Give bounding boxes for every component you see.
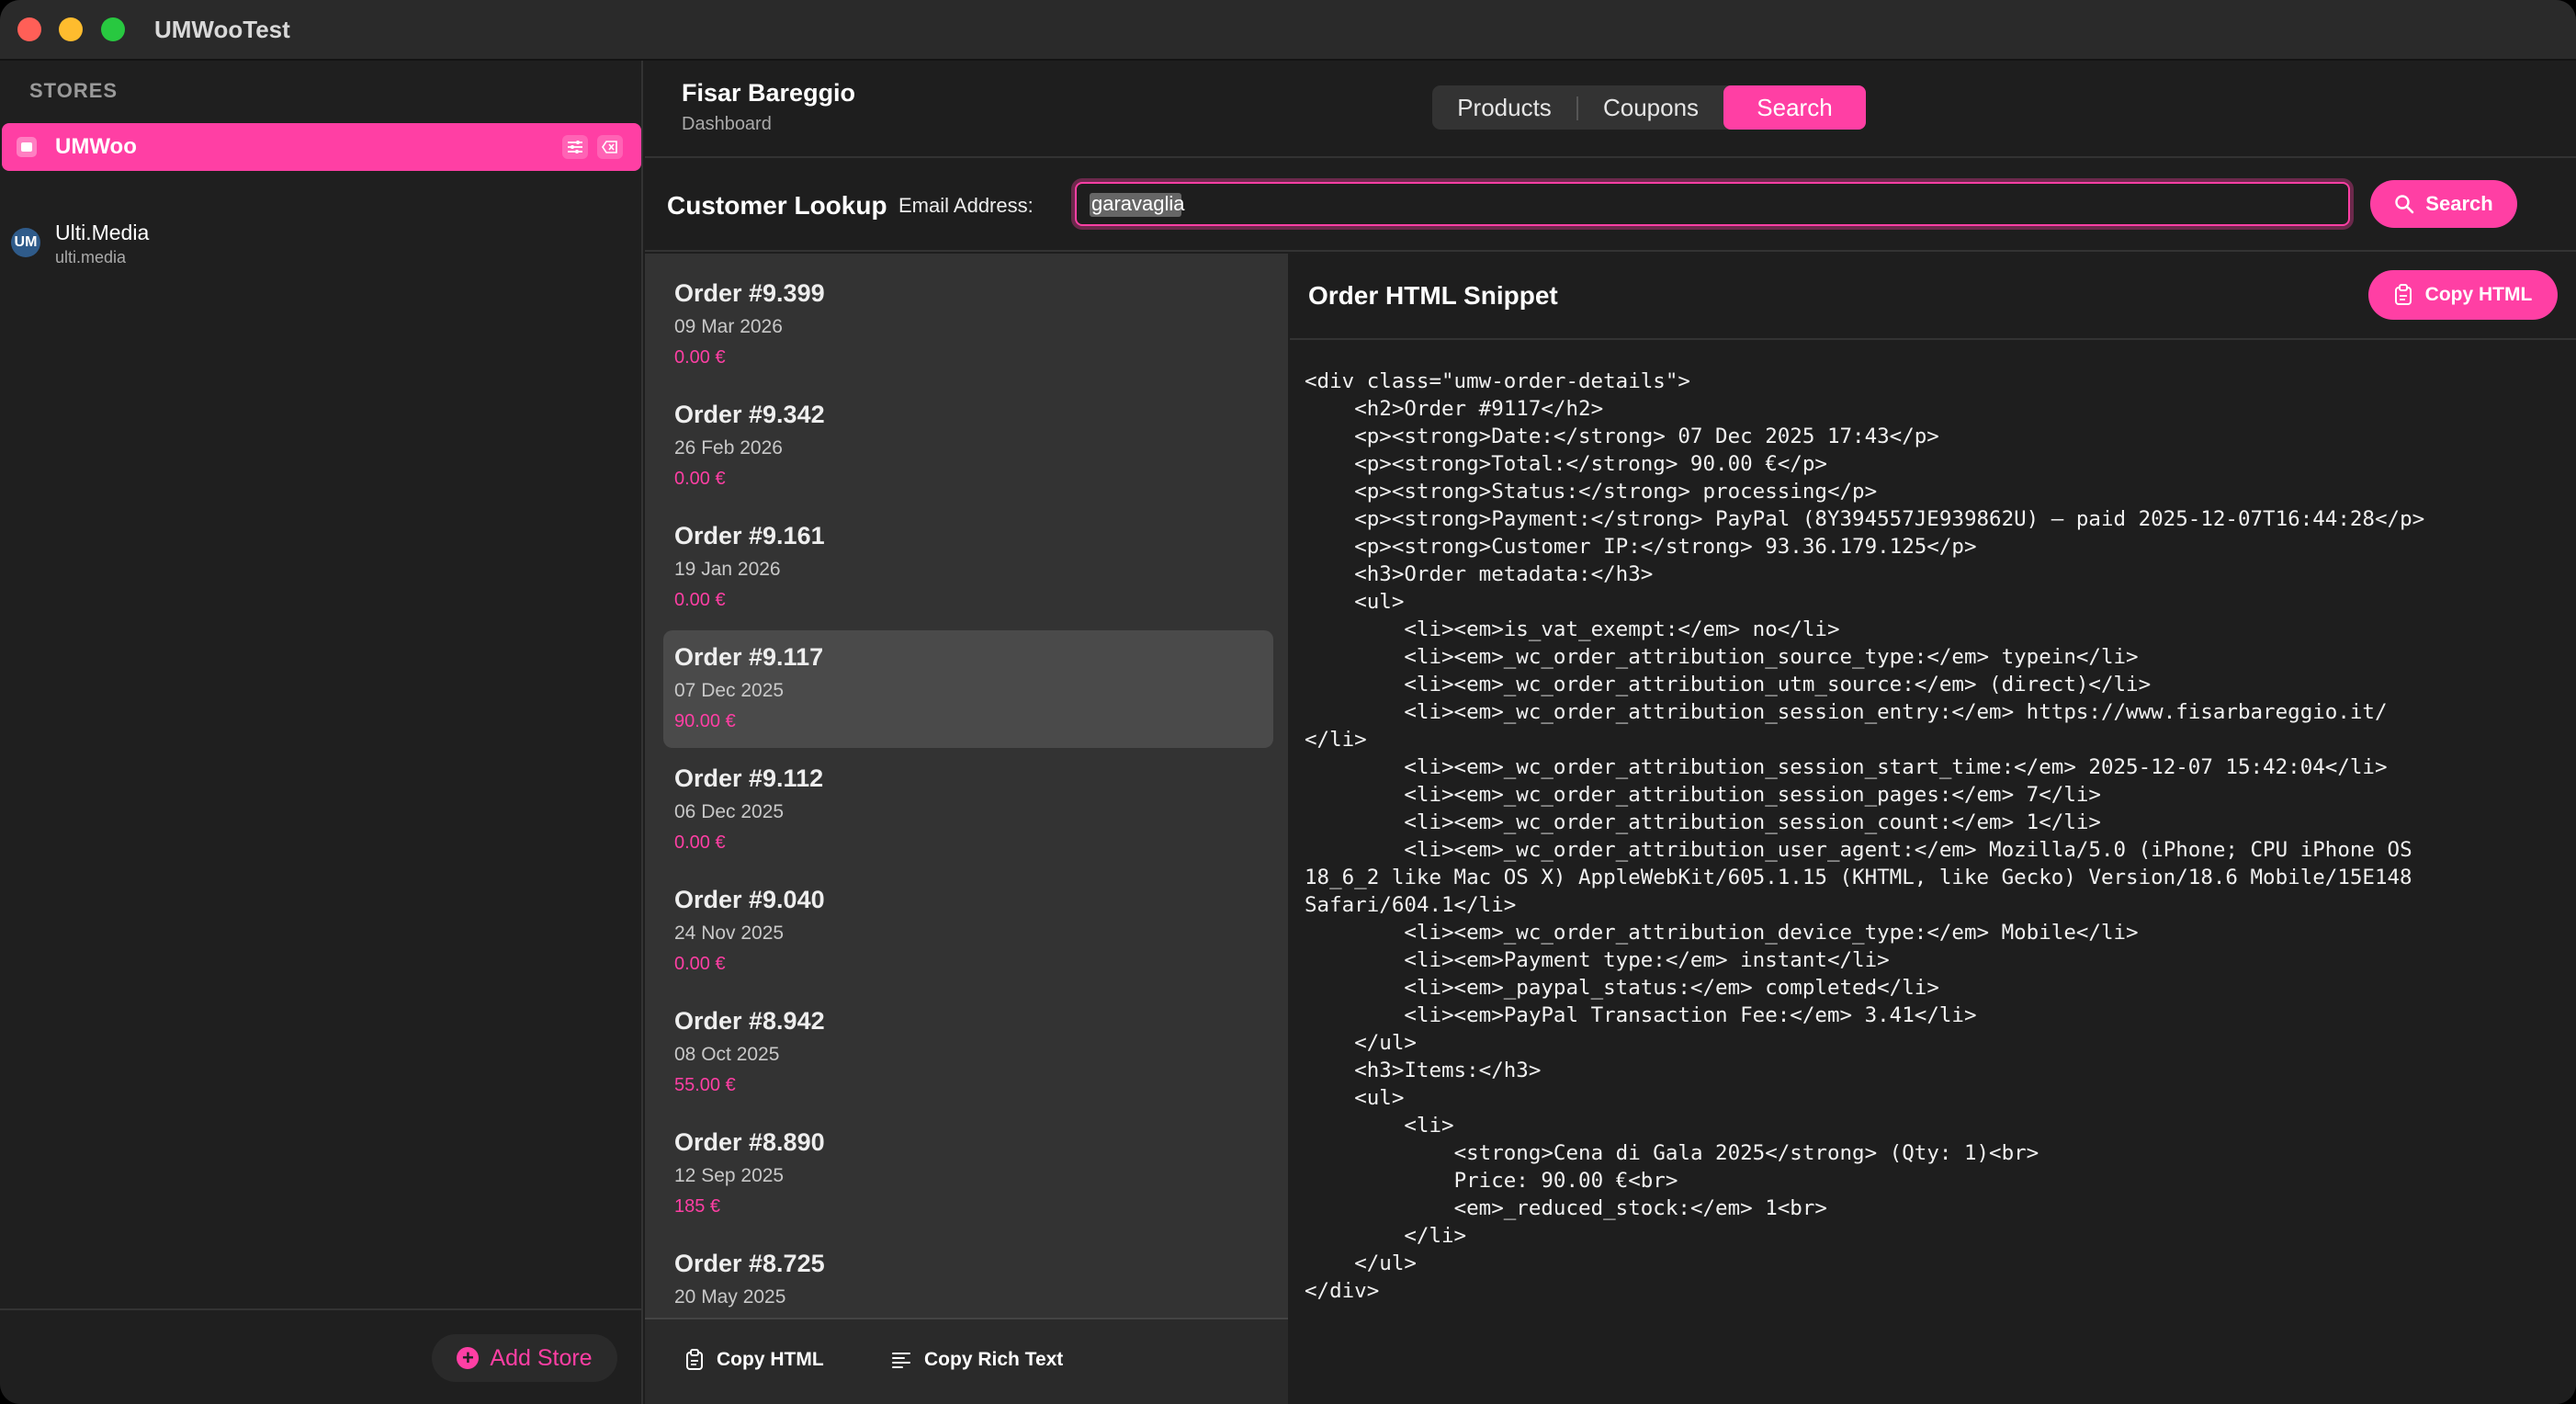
clipboard-icon (686, 1349, 703, 1370)
order-date: 24 Nov 2025 (674, 923, 785, 944)
app-title: UMWooTest (154, 16, 290, 43)
store-title: Fisar Bareggio (682, 79, 856, 107)
order-total: 185 € (674, 1196, 721, 1217)
order-number: Order #9.040 (674, 886, 825, 913)
order-item[interactable]: Order #9.342 26 Feb 2026 0.00 € (663, 388, 1273, 505)
search-button-label: Search (2425, 192, 2493, 215)
store-settings-icon[interactable] (562, 135, 588, 159)
search-button[interactable]: Search (2370, 180, 2517, 228)
plus-circle-icon: + (457, 1347, 480, 1369)
order-date: 20 May 2025 (674, 1286, 786, 1308)
orders-list: Order #9.399 09 Mar 2026 0.00 € Order #9… (645, 254, 1288, 1404)
search-icon (2395, 195, 2414, 214)
customer-lookup-title: Customer Lookup (667, 191, 887, 220)
copy-rich-text-label: Copy Rich Text (924, 1349, 1064, 1370)
snippet-panel: Order HTML Snippet Copy HTML <div class=… (1290, 254, 2576, 1404)
order-date: 07 Dec 2025 (674, 680, 785, 701)
order-item[interactable]: Order #9.161 19 Jan 2026 0.00 € (663, 509, 1273, 627)
tab-products[interactable]: Products (1432, 85, 1576, 130)
store-logo: UM (11, 228, 40, 257)
order-number: Order #8.942 (674, 1007, 825, 1035)
orders-footer: Copy HTML Copy Rich Text (645, 1318, 1288, 1404)
email-label: Email Address: (898, 194, 1034, 217)
store-header: Fisar Bareggio Dashboard Products Coupon… (645, 61, 2576, 158)
order-item[interactable]: Order #8.890 12 Sep 2025 185 € (663, 1115, 1273, 1233)
order-number: Order #8.725 (674, 1250, 825, 1277)
store-item-ulti-media[interactable]: UM Ulti.Media ulti.media (0, 217, 643, 272)
copy-html-button[interactable]: Copy HTML (2368, 270, 2558, 320)
order-date: 09 Mar 2026 (674, 316, 783, 337)
order-number: Order #9.117 (674, 643, 824, 671)
email-input[interactable] (1075, 182, 2350, 226)
minimize-window-button[interactable] (59, 17, 83, 41)
stores-header: STORES (29, 79, 119, 102)
order-date: 08 Oct 2025 (674, 1044, 780, 1065)
store-url: ulti.media (55, 248, 127, 266)
order-number: Order #9.161 (674, 522, 825, 549)
order-number: Order #9.112 (674, 764, 824, 792)
order-total: 0.00 € (674, 954, 726, 974)
snippet-header: Order HTML Snippet Copy HTML (1290, 254, 2576, 340)
text-align-icon (892, 1353, 910, 1368)
copy-html-footer-label: Copy HTML (717, 1349, 824, 1370)
copy-html-footer-button[interactable]: Copy HTML (685, 1349, 824, 1371)
order-number: Order #9.399 (674, 279, 825, 307)
order-item[interactable]: Order #8.942 08 Oct 2025 55.00 € (663, 994, 1273, 1112)
sidebar: STORES UMWoo UM Ulti.Media ulti.media + … (0, 61, 643, 1404)
main-content: Fisar Bareggio Dashboard Products Coupon… (645, 61, 2576, 1404)
order-total: 0.00 € (674, 469, 726, 489)
close-window-button[interactable] (17, 17, 41, 41)
title-bar: UMWooTest (0, 0, 2576, 61)
order-date: 19 Jan 2026 (674, 559, 781, 580)
copy-rich-text-button[interactable]: Copy Rich Text (891, 1349, 1063, 1371)
app-window: UMWooTest STORES UMWoo UM Ulti.Media ult… (0, 0, 2576, 1404)
order-item[interactable]: Order #9.399 09 Mar 2026 0.00 € (663, 266, 1273, 384)
order-total: 0.00 € (674, 347, 726, 368)
store-subtitle: Dashboard (682, 114, 772, 134)
tab-search[interactable]: Search (1723, 85, 1866, 130)
sidebar-footer: + Add Store (0, 1308, 643, 1404)
store-name: UMWoo (55, 134, 137, 159)
order-date: 12 Sep 2025 (674, 1165, 785, 1186)
zoom-window-button[interactable] (101, 17, 125, 41)
order-item[interactable]: Order #9.112 06 Dec 2025 0.00 € (663, 752, 1273, 869)
view-segmented-control: Products Coupons Search (1432, 85, 1866, 130)
order-total: 0.00 € (674, 832, 726, 853)
order-total: 90.00 € (674, 711, 736, 731)
clipboard-icon (2394, 284, 2412, 305)
store-remove-icon[interactable] (597, 135, 623, 159)
order-total: 0.00 € (674, 590, 726, 610)
order-number: Order #8.890 (674, 1128, 825, 1156)
order-total: 55.00 € (674, 1075, 736, 1095)
order-date: 26 Feb 2026 (674, 437, 783, 459)
order-date: 06 Dec 2025 (674, 801, 785, 822)
order-number: Order #9.342 (674, 401, 825, 428)
customer-lookup-bar: Customer Lookup Email Address: Search (645, 160, 2576, 252)
add-store-button[interactable]: + Add Store (432, 1334, 617, 1382)
tab-coupons[interactable]: Coupons (1578, 85, 1723, 130)
html-code-view[interactable]: <div class="umw-order-details"> <h2>Orde… (1305, 368, 2567, 1305)
snippet-title: Order HTML Snippet (1308, 281, 1558, 310)
store-icon (17, 137, 37, 157)
order-item[interactable]: Order #9.040 24 Nov 2025 0.00 € (663, 873, 1273, 991)
store-item-umwoo[interactable]: UMWoo (2, 123, 641, 171)
store-name: Ulti.Media (55, 221, 150, 244)
order-item-selected[interactable]: Order #9.117 07 Dec 2025 90.00 € (663, 630, 1273, 748)
add-store-label: Add Store (490, 1344, 593, 1371)
copy-html-label: Copy HTML (2424, 284, 2533, 305)
